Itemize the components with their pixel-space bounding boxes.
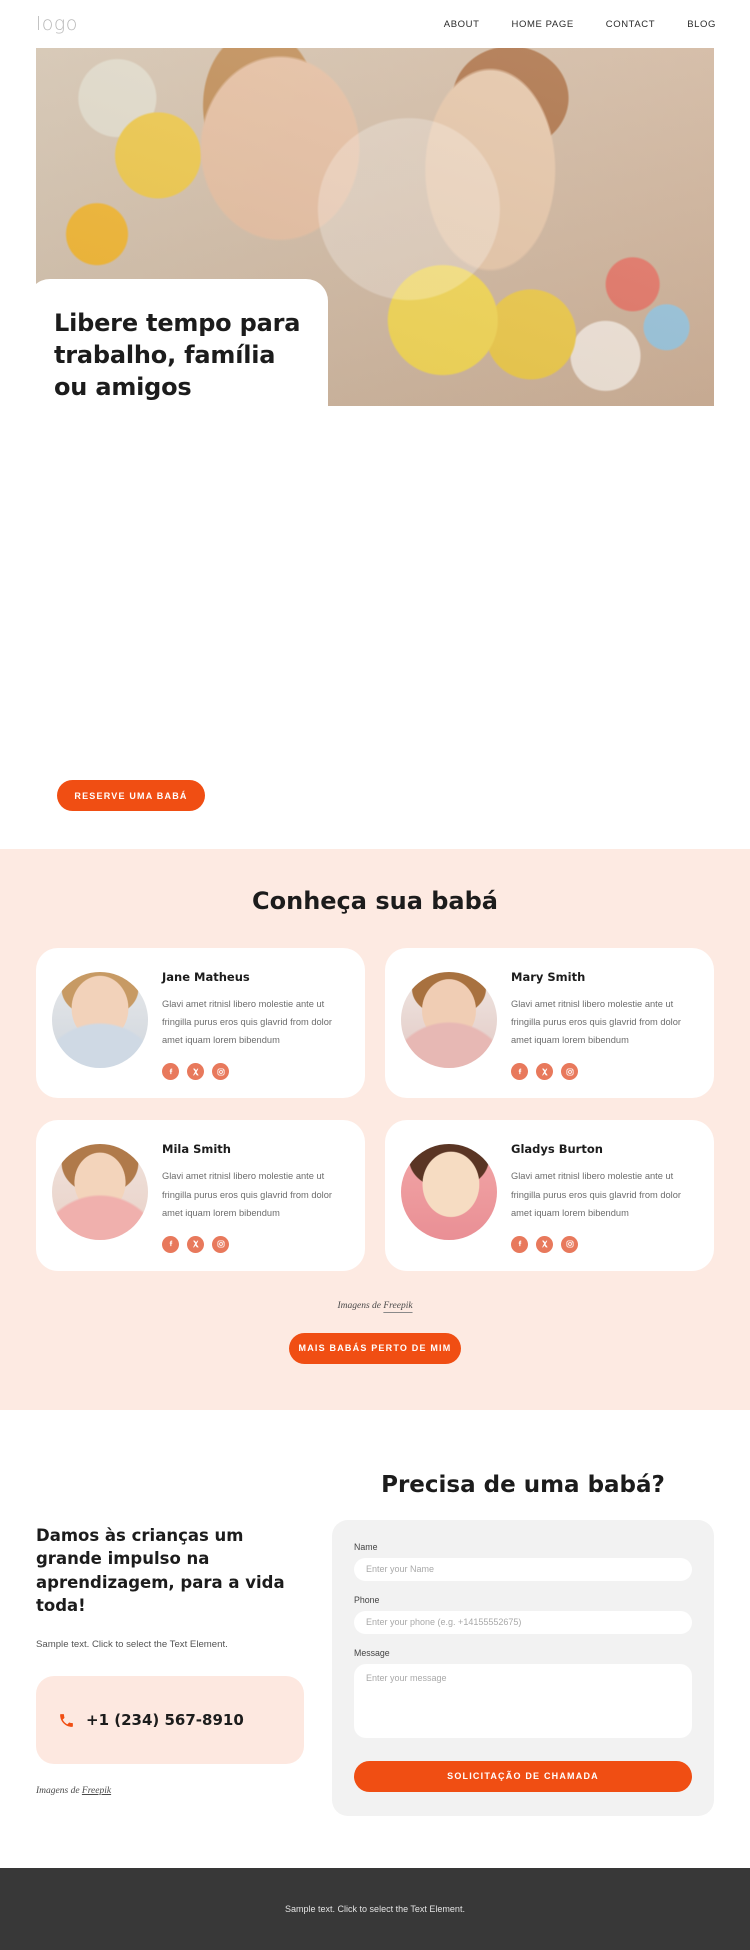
team-card[interactable]: Jane Matheus Glavi amet ritnisl libero m… <box>36 948 365 1099</box>
team-card[interactable]: Mila Smith Glavi amet ritnisl libero mol… <box>36 1120 365 1271</box>
team-card-grid: Jane Matheus Glavi amet ritnisl libero m… <box>0 948 750 1271</box>
team-image-credit: Imagens de Freepik <box>0 1301 750 1311</box>
phone-number: +1 (234) 567-8910 <box>86 1711 244 1730</box>
team-member-bio: Glavi amet ritnisl libero molestie ante … <box>511 1171 681 1218</box>
contact-form-column: Precisa de uma babá? Name Phone Message … <box>332 1472 714 1816</box>
team-member-name: Mary Smith <box>511 970 586 984</box>
hero-section: Libere tempo para trabalho, família ou a… <box>0 48 750 849</box>
contact-image-credit: Imagens de Freepik <box>36 1786 304 1796</box>
phone-icon <box>58 1712 75 1729</box>
footer-text: Sample text. Click to select the Text El… <box>285 1903 465 1914</box>
team-member-name: Gladys Burton <box>511 1142 603 1157</box>
contact-form: Name Phone Message SOLICITAÇÃO DE CHAMAD… <box>332 1519 714 1816</box>
instagram-icon[interactable] <box>561 1235 578 1253</box>
facebook-icon[interactable] <box>162 1235 179 1253</box>
nav-item-blog[interactable]: BLOG <box>687 19 716 30</box>
team-member-name: Jane Matheus <box>162 970 250 984</box>
message-textarea[interactable] <box>354 1663 692 1738</box>
nav-item-home-page[interactable]: HOME PAGE <box>512 19 574 30</box>
instagram-icon[interactable] <box>212 1235 229 1253</box>
message-field-label: Message <box>354 1647 390 1658</box>
team-credit-link[interactable]: Freepik <box>383 1301 412 1311</box>
team-credit-text: Imagens de <box>337 1300 384 1311</box>
avatar <box>52 972 148 1068</box>
name-field-label: Name <box>354 1541 378 1552</box>
avatar <box>401 1144 497 1241</box>
contact-credit-link[interactable]: Freepik <box>82 1786 111 1796</box>
contact-info-column: Damos às crianças um grande impulso na a… <box>36 1472 304 1796</box>
instagram-icon[interactable] <box>212 1063 229 1081</box>
facebook-icon[interactable] <box>162 1063 179 1081</box>
nav-item-about[interactable]: ABOUT <box>444 19 480 30</box>
team-section: Conheça sua babá Jane Matheus Glavi amet… <box>0 849 750 1410</box>
logo[interactable]: logo <box>36 13 78 35</box>
team-member-bio: Glavi amet ritnisl libero molestie ante … <box>511 999 681 1046</box>
social-links <box>162 1235 347 1253</box>
more-nannies-button[interactable]: MAIS BABÁS PERTO DE MIM <box>289 1332 461 1364</box>
name-input[interactable] <box>354 1557 692 1581</box>
hero-title: Libere tempo para trabalho, família ou a… <box>54 309 301 402</box>
site-header: logo ABOUT HOME PAGE CONTACT BLOG <box>0 0 750 48</box>
team-member-name: Mila Smith <box>162 1142 231 1157</box>
team-member-bio: Glavi amet ritnisl libero molestie ante … <box>162 1171 332 1218</box>
facebook-icon[interactable] <box>511 1235 528 1253</box>
team-member-bio: Glavi amet ritnisl libero molestie ante … <box>162 999 332 1046</box>
team-card[interactable]: Mary Smith Glavi amet ritnisl libero mol… <box>385 948 714 1099</box>
main-navigation: ABOUT HOME PAGE CONTACT BLOG <box>444 19 716 30</box>
facebook-icon[interactable] <box>511 1063 528 1081</box>
phone-field-label: Phone <box>354 1594 380 1605</box>
contact-left-text: Sample text. Click to select the Text El… <box>36 1639 228 1651</box>
x-twitter-icon[interactable] <box>187 1235 204 1253</box>
site-footer: Sample text. Click to select the Text El… <box>0 1867 750 1950</box>
phone-box[interactable]: +1 (234) 567-8910 <box>36 1676 304 1765</box>
contact-left-heading: Damos às crianças um grande impulso na a… <box>36 1525 285 1616</box>
nav-item-contact[interactable]: CONTACT <box>606 19 655 30</box>
social-links <box>162 1063 347 1081</box>
avatar <box>52 1144 148 1241</box>
contact-section: Damos às crianças um grande impulso na a… <box>0 1409 750 1868</box>
team-heading: Conheça sua babá <box>252 887 498 915</box>
hero-cta-button[interactable]: RESERVE UMA BABÁ <box>57 780 205 811</box>
social-links <box>511 1235 696 1253</box>
x-twitter-icon[interactable] <box>536 1063 553 1081</box>
team-card[interactable]: Gladys Burton Glavi amet ritnisl libero … <box>385 1120 714 1271</box>
phone-input[interactable] <box>354 1610 692 1634</box>
x-twitter-icon[interactable] <box>536 1235 553 1253</box>
submit-button[interactable]: SOLICITAÇÃO DE CHAMADA <box>354 1760 692 1792</box>
instagram-icon[interactable] <box>561 1063 578 1081</box>
contact-credit-text: Imagens de <box>36 1786 82 1797</box>
hero-title-card: Libere tempo para trabalho, família ou a… <box>28 279 328 434</box>
contact-form-heading: Precisa de uma babá? <box>381 1471 665 1498</box>
social-links <box>511 1063 696 1081</box>
avatar <box>401 972 497 1068</box>
x-twitter-icon[interactable] <box>187 1063 204 1081</box>
